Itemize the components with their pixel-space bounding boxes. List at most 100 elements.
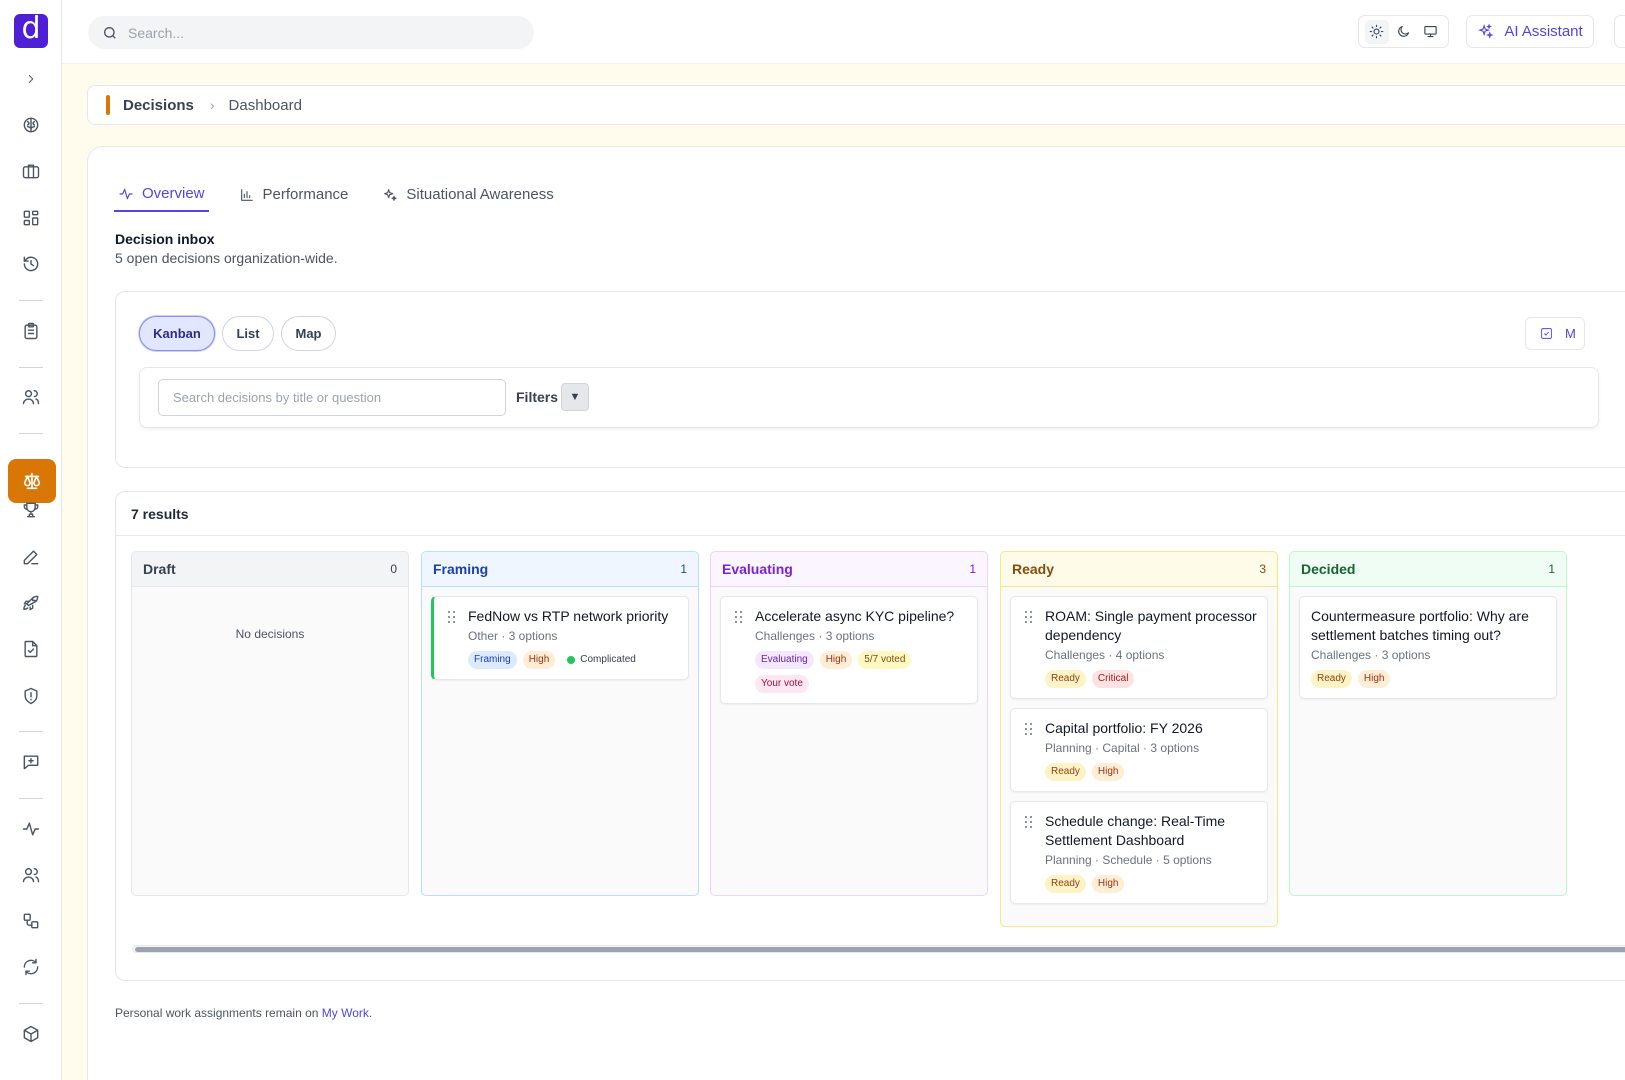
tag-ready: Ready [1045,670,1086,688]
footer-suffix: . [368,1006,373,1020]
decision-card[interactable]: ROAM: Single payment processor dependenc… [1010,596,1268,699]
drag-handle-icon[interactable] [1025,723,1033,735]
view-list-button[interactable]: List [222,316,274,351]
briefcase-icon[interactable] [17,157,45,185]
my-work-link[interactable]: My Work [322,1006,369,1020]
drag-handle-icon[interactable] [1025,816,1033,828]
breadcrumb-dashboard: Dashboard [228,96,302,114]
kanban-column-ready: Ready 3 ROAM: Single payment processor dep… [1000,551,1278,927]
file-check-icon[interactable] [17,635,45,663]
decision-tags: Ready High [1311,670,1546,688]
tag-label: Critical [1097,673,1129,684]
main-content: Decisions › Dashboard Overview Performan… [62,64,1625,1080]
view-map-button[interactable]: Map [281,316,336,351]
tab-performance[interactable]: Performance [235,181,353,212]
kanban-column-decided: Decided 1 Countermeasure portfolio: Why ar… [1289,551,1567,896]
tab-overview[interactable]: Overview [114,181,209,212]
results-count: 7 results [116,492,1625,536]
decision-tags: Evaluating High 5/7 voted Your vote [755,651,967,693]
tab-situational-awareness-label: Situational Awareness [406,186,554,203]
top-bar: Search... AI Assistant [62,0,1625,64]
users-icon[interactable] [17,861,45,889]
user-menu-button[interactable] [1614,15,1625,48]
shield-alert-icon[interactable] [17,682,45,710]
dashboard-grid-icon[interactable] [17,204,45,232]
decision-title: Capital portfolio: FY 2026 [1045,720,1203,736]
users-icon[interactable] [17,383,45,411]
moon-icon[interactable] [1392,20,1416,44]
tab-situational-awareness[interactable]: Situational Awareness [378,181,557,212]
refresh-icon[interactable] [17,953,45,981]
column-count: 1 [969,562,976,576]
tag-high: High [1357,670,1391,688]
drag-handle-icon[interactable] [735,611,743,623]
empty-column-message: No decisions [235,627,305,641]
tag-label: High [825,654,847,665]
map-action-button[interactable]: M [1525,317,1585,350]
view-controls: Kanban List Map M Filters ▼ [115,291,1625,468]
kanban-column-header: Decided 1 [1290,552,1566,587]
dashboard-panel: Overview Performance Situational Awarene… [87,146,1625,1080]
brain-icon[interactable] [17,111,45,139]
ai-assistant-button[interactable]: AI Assistant [1466,15,1594,48]
activity-icon [119,188,133,199]
message-plus-icon[interactable] [17,748,45,776]
column-count: 0 [390,562,397,576]
decision-card[interactable]: FedNow vs RTP network priority Other · 3 … [431,596,689,680]
global-search[interactable]: Search... [88,16,534,49]
decision-title: ROAM: Single payment processor dependenc… [1045,608,1257,643]
tag-label: Ready [1051,766,1080,777]
kanban-column-framing: Framing 1 FedNow vs RTP network priority Ot… [421,551,699,896]
package-icon[interactable] [17,1020,45,1048]
tag-label: 5/7 voted [864,654,906,665]
bar-chart-icon [240,188,253,201]
results-panel: 7 results Draft 0 No decisions Framing 1 FedN… [115,491,1625,981]
theme-switcher [1358,15,1449,48]
sun-icon[interactable] [1364,19,1389,44]
tab-bar: Overview Performance Situational Awarene… [114,181,558,212]
scrollbar-thumb[interactable] [135,947,1625,952]
drag-handle-icon[interactable] [448,611,456,623]
monitor-icon[interactable] [1419,20,1443,44]
rocket-icon[interactable] [17,589,45,617]
column-count: 1 [680,562,687,576]
activity-icon[interactable] [17,815,45,843]
tag-high: High [1091,763,1125,781]
tag-label: High [528,654,550,665]
decision-search-input[interactable] [158,379,506,416]
decision-card[interactable]: Capital portfolio: FY 2026 Planning · Cap… [1010,708,1268,792]
footer-text: Personal work assignments remain on [115,1006,322,1020]
sidebar-divider [19,1003,43,1004]
kanban-column-draft: Draft 0 No decisions [131,551,409,896]
filter-bar: Filters ▼ [139,367,1599,428]
horizontal-scrollbar[interactable] [132,945,1625,953]
workflow-icon[interactable] [17,907,45,935]
pen-icon[interactable] [17,543,45,571]
decision-meta: Challenges · 3 options [755,629,875,643]
tag-ready: Ready [1045,763,1086,781]
filters-toggle-button[interactable]: ▼ [561,383,589,411]
clipboard-icon[interactable] [17,317,45,345]
sparkles-icon [1478,23,1494,39]
chevron-right-icon[interactable] [17,65,45,93]
sidebar: d [0,0,62,1080]
decision-card[interactable]: Schedule change: Real-Time Settlement Da… [1010,801,1268,904]
decision-title: Accelerate async KYC pipeline? [755,608,955,624]
tag-evaluating: Evaluating [755,651,814,669]
decision-card[interactable]: Countermeasure portfolio: Why are settle… [1299,596,1557,699]
tag-ready: Ready [1045,875,1086,893]
breadcrumb-decisions[interactable]: Decisions [123,97,194,114]
decision-tags: Ready Critical [1045,670,1257,688]
view-kanban-button[interactable]: Kanban [139,316,215,351]
app-logo[interactable]: d [14,14,48,48]
sidebar-divider [19,731,43,732]
decision-meta: Other · 3 options [468,629,558,643]
decision-card[interactable]: Accelerate async KYC pipeline? Challenges… [720,596,978,704]
tag-label: Your vote [761,678,803,689]
drag-handle-icon[interactable] [1025,611,1033,623]
breadcrumb-accent [106,95,110,115]
history-icon[interactable] [17,250,45,278]
kanban-column-header: Draft 0 [132,552,408,587]
map-action-label: M [1565,326,1576,341]
trophy-icon[interactable] [17,496,45,524]
